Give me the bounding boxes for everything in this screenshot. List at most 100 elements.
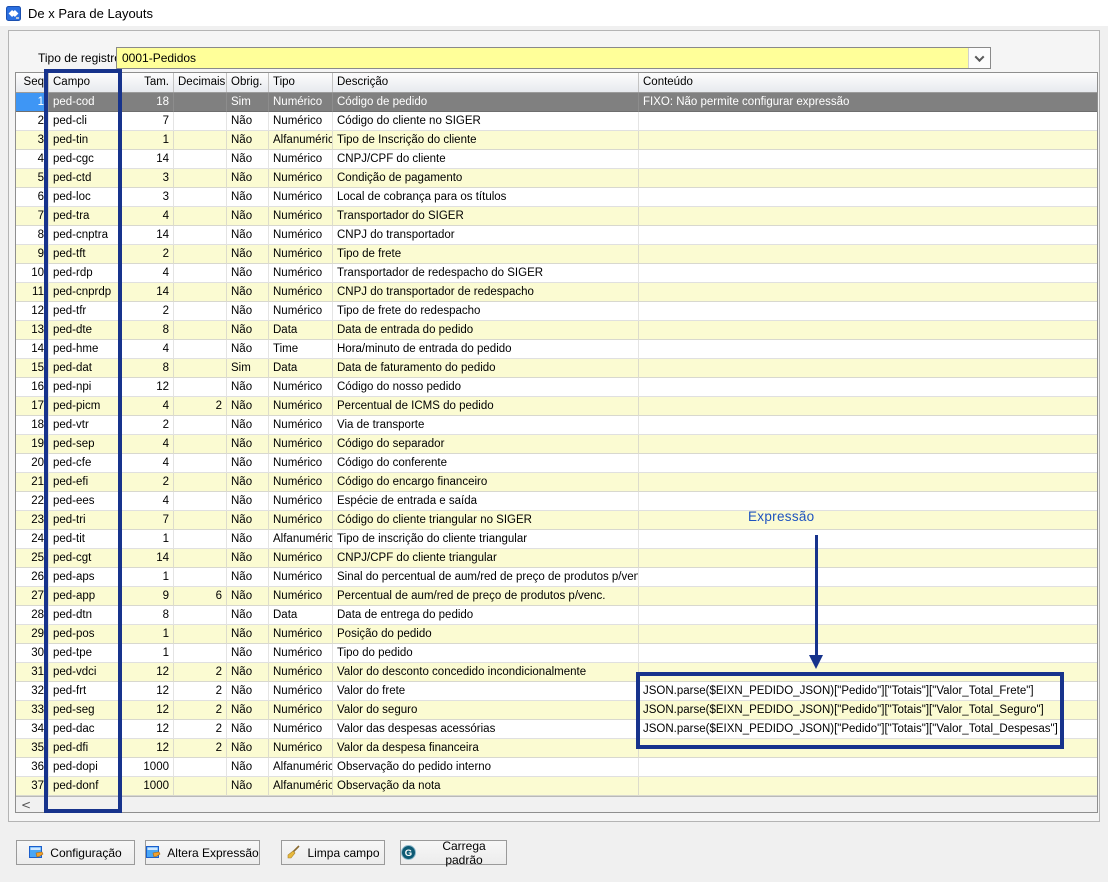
cell-tam: 1 [122, 530, 174, 549]
table-row[interactable]: 11ped-cnprdp14NãoNuméricoCNPJ do transpo… [16, 283, 1097, 302]
cell-tam: 14 [122, 150, 174, 169]
cell-obrig: Não [227, 207, 269, 226]
cell-descricao: Via de transporte [333, 416, 639, 435]
table-row[interactable]: 12ped-tfr2NãoNuméricoTipo de frete do re… [16, 302, 1097, 321]
column-header-obrig[interactable]: Obrig. [227, 73, 269, 92]
table-row[interactable]: 19ped-sep4NãoNuméricoCódigo do separador [16, 435, 1097, 454]
cell-decimais: 2 [174, 397, 227, 416]
cell-tam: 12 [122, 739, 174, 758]
cell-tam: 8 [122, 359, 174, 378]
cell-tam: 14 [122, 226, 174, 245]
table-row[interactable]: 24ped-tit1NãoAlfanuméricoTipo de inscriç… [16, 530, 1097, 549]
window-title: De x Para de Layouts [28, 6, 153, 21]
cell-seq: 6 [16, 188, 49, 207]
cell-conteudo [639, 587, 1097, 606]
cell-tipo: Numérico [269, 112, 333, 131]
cell-tipo: Data [269, 321, 333, 340]
column-header-tam[interactable]: Tam. [122, 73, 174, 92]
table-row[interactable]: 14ped-hme4NãoTimeHora/minuto de entrada … [16, 340, 1097, 359]
cell-campo: ped-ees [49, 492, 122, 511]
cell-conteudo [639, 226, 1097, 245]
table-row[interactable]: 23ped-tri7NãoNuméricoCódigo do cliente t… [16, 511, 1097, 530]
column-header-conteudo[interactable]: Conteúdo [639, 73, 1097, 92]
table-row[interactable]: 21ped-efi2NãoNuméricoCódigo do encargo f… [16, 473, 1097, 492]
limpa-campo-button-label: Limpa campo [307, 846, 379, 860]
cell-campo: ped-seg [49, 701, 122, 720]
table-row[interactable]: 10ped-rdp4NãoNuméricoTransportador de re… [16, 264, 1097, 283]
table-row[interactable]: 22ped-ees4NãoNuméricoEspécie de entrada … [16, 492, 1097, 511]
cell-campo: ped-cnptra [49, 226, 122, 245]
table-row[interactable]: 4ped-cgc14NãoNuméricoCNPJ/CPF do cliente [16, 150, 1097, 169]
column-header-campo[interactable]: Campo [49, 73, 122, 92]
table-row[interactable]: 20ped-cfe4NãoNuméricoCódigo do conferent… [16, 454, 1097, 473]
chevron-down-icon [975, 52, 985, 62]
cell-tipo: Numérico [269, 682, 333, 701]
horizontal-scrollbar[interactable]: < [16, 796, 1097, 812]
table-row[interactable]: 27ped-app96NãoNuméricoPercentual de aum/… [16, 587, 1097, 606]
column-header-descricao[interactable]: Descrição [333, 73, 639, 92]
dropdown-button[interactable] [968, 48, 990, 68]
cell-seq: 12 [16, 302, 49, 321]
cell-decimais [174, 511, 227, 530]
cell-obrig: Não [227, 397, 269, 416]
table-row[interactable]: 1ped-cod18SimNuméricoCódigo de pedidoFIX… [16, 93, 1097, 112]
table-row[interactable]: 17ped-picm42NãoNuméricoPercentual de ICM… [16, 397, 1097, 416]
table-row[interactable]: 31ped-vdci122NãoNuméricoValor do descont… [16, 663, 1097, 682]
table-row[interactable]: 30ped-tpe1NãoNuméricoTipo do pedido [16, 644, 1097, 663]
cell-conteudo [639, 340, 1097, 359]
table-row[interactable]: 34ped-dac122NãoNuméricoValor das despesa… [16, 720, 1097, 739]
cell-obrig: Não [227, 758, 269, 777]
scroll-left-icon[interactable]: < [21, 798, 31, 812]
cell-obrig: Não [227, 321, 269, 340]
table-row[interactable]: 13ped-dte8NãoDataData de entrada do pedi… [16, 321, 1097, 340]
cell-decimais [174, 226, 227, 245]
table-row[interactable]: 6ped-loc3NãoNuméricoLocal de cobrança pa… [16, 188, 1097, 207]
table-row[interactable]: 29ped-pos1NãoNuméricoPosição do pedido [16, 625, 1097, 644]
cell-decimais [174, 359, 227, 378]
table-row[interactable]: 15ped-dat8SimDataData de faturamento do … [16, 359, 1097, 378]
column-header-seq[interactable]: Seq [16, 73, 49, 92]
table-row[interactable]: 16ped-npi12NãoNuméricoCódigo do nosso pe… [16, 378, 1097, 397]
cell-tam: 3 [122, 188, 174, 207]
altera-expressao-button[interactable]: Altera Expressão [145, 840, 260, 865]
cell-obrig: Não [227, 606, 269, 625]
cell-obrig: Não [227, 739, 269, 758]
column-header-tipo[interactable]: Tipo [269, 73, 333, 92]
table-row[interactable]: 36ped-dopi1000NãoAlfanuméricoObservação … [16, 758, 1097, 777]
cell-descricao: Data de faturamento do pedido [333, 359, 639, 378]
cell-seq: 15 [16, 359, 49, 378]
table-row[interactable]: 5ped-ctd3NãoNuméricoCondição de pagament… [16, 169, 1097, 188]
table-row[interactable]: 35ped-dfi122NãoNuméricoValor da despesa … [16, 739, 1097, 758]
cell-seq: 34 [16, 720, 49, 739]
cell-tipo: Time [269, 340, 333, 359]
cell-tipo: Alfanumérico [269, 777, 333, 796]
cell-campo: ped-hme [49, 340, 122, 359]
cell-tipo: Alfanumérico [269, 530, 333, 549]
cell-obrig: Não [227, 625, 269, 644]
table-row[interactable]: 2ped-cli7NãoNuméricoCódigo do cliente no… [16, 112, 1097, 131]
cell-tam: 3 [122, 169, 174, 188]
table-row[interactable]: 32ped-frt122NãoNuméricoValor do freteJSO… [16, 682, 1097, 701]
table-row[interactable]: 8ped-cnptra14NãoNuméricoCNPJ do transpor… [16, 226, 1097, 245]
table-row[interactable]: 3ped-tin1NãoAlfanuméricoTipo de Inscriçã… [16, 131, 1097, 150]
column-header-decimais[interactable]: Decimais [174, 73, 227, 92]
table-row[interactable]: 28ped-dtn8NãoDataData de entrega do pedi… [16, 606, 1097, 625]
limpa-campo-button[interactable]: Limpa campo [281, 840, 385, 865]
carrega-padrao-button[interactable]: G Carrega padrão [400, 840, 507, 865]
table-row[interactable]: 9ped-tft2NãoNuméricoTipo de frete [16, 245, 1097, 264]
cell-tipo: Numérico [269, 454, 333, 473]
cell-campo: ped-donf [49, 777, 122, 796]
cell-seq: 18 [16, 416, 49, 435]
record-type-dropdown[interactable]: 0001-Pedidos [116, 47, 991, 69]
table-row[interactable]: 25ped-cgt14NãoNuméricoCNPJ/CPF do client… [16, 549, 1097, 568]
cell-campo: ped-pos [49, 625, 122, 644]
table-row[interactable]: 33ped-seg122NãoNuméricoValor do seguroJS… [16, 701, 1097, 720]
cell-decimais [174, 283, 227, 302]
table-row[interactable]: 7ped-tra4NãoNuméricoTransportador do SIG… [16, 207, 1097, 226]
configuracao-button[interactable]: Configuração [16, 840, 135, 865]
table-row[interactable]: 18ped-vtr2NãoNuméricoVia de transporte [16, 416, 1097, 435]
cell-conteudo [639, 739, 1097, 758]
table-row[interactable]: 37ped-donf1000NãoAlfanuméricoObservação … [16, 777, 1097, 796]
table-row[interactable]: 26ped-aps1NãoNuméricoSinal do percentual… [16, 568, 1097, 587]
cell-decimais [174, 378, 227, 397]
